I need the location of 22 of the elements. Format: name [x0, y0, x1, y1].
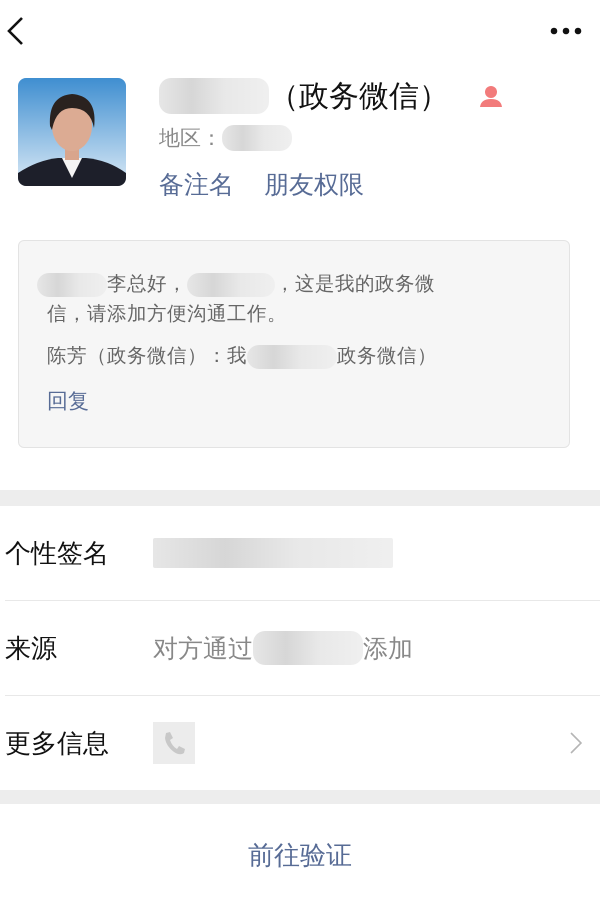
reply-text: 陈芳（政务微信）：我 [47, 344, 247, 367]
phone-icon [153, 722, 195, 764]
reply-link[interactable]: 回复 [47, 387, 89, 415]
more-icon[interactable] [550, 27, 582, 35]
contact-name: （政务微信） [269, 78, 449, 116]
person-icon [479, 84, 503, 108]
greeting-text-start: 李总好， [107, 272, 187, 295]
source-text-end: 添加 [363, 632, 413, 664]
row-label: 更多信息 [5, 728, 110, 760]
profile-link[interactable]: 朋友权限 [264, 168, 364, 201]
source-text: 对方通过 [153, 632, 253, 664]
back-icon[interactable] [6, 16, 24, 46]
region-label: 地区： [159, 125, 222, 152]
reply-text-end: 政务微信） [337, 344, 437, 367]
verify-button[interactable]: 前往验证 [238, 834, 362, 877]
blurred-text [37, 272, 107, 297]
greeting-text: 信，请添加方便沟通工作。 [47, 302, 287, 325]
blurred-text [222, 125, 292, 151]
profile-link[interactable]: 备注名 [159, 168, 234, 201]
greeting-text: ，这是我的政务微 [275, 272, 435, 295]
row-label: 来源 [5, 632, 58, 666]
row-label: 个性签名 [5, 538, 110, 570]
